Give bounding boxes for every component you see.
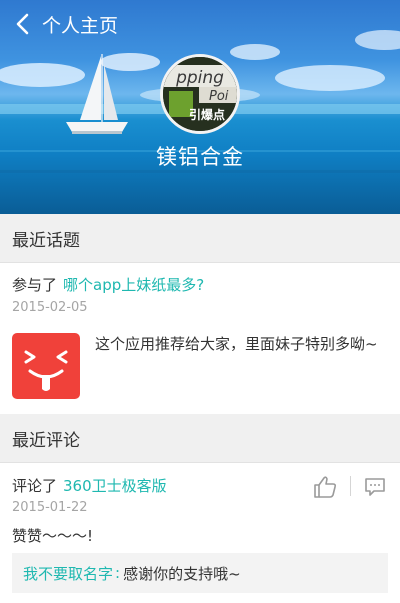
divider (0, 262, 400, 263)
avatar[interactable]: pping Poi 引爆点 (160, 54, 240, 134)
section-header-recent-topics: 最近话题 (0, 214, 400, 262)
comment-date: 2015-01-22 (12, 500, 88, 515)
action-separator (350, 476, 351, 496)
comment-target-line: 评论了 360卫士极客版 (12, 475, 167, 496)
comment-content: 赞赞～～～! (12, 527, 94, 545)
avatar-text-bottom: 引爆点 (189, 107, 225, 122)
section-title-recent-comments: 最近评论 (12, 430, 80, 451)
topic-link[interactable]: 哪个app上妹纸最多? (63, 276, 204, 294)
back-arrow-icon[interactable] (2, 0, 42, 48)
topic-content: 这个应用推荐给大家，里面妹子特别多呦~ (95, 335, 378, 353)
username: 镁铝合金 (156, 145, 244, 169)
divider (0, 462, 400, 463)
comment-prefix: 评论了 (12, 477, 58, 495)
topic-prefix: 参与了 (12, 276, 58, 294)
topic-participation-line: 参与了 哪个app上妹纸最多? (12, 274, 204, 295)
avatar-text-mid: Poi (209, 89, 229, 104)
topic-date: 2015-02-05 (12, 300, 88, 315)
reply-text: 感谢你的支持哦~ (123, 564, 241, 583)
profile-header: 个人主页 pping Poi 引爆点 镁铝合金 (0, 0, 400, 214)
top-bar: 个人主页 (0, 0, 400, 48)
red-face-app-icon[interactable] (12, 333, 80, 399)
avatar-text-top: pping (175, 68, 224, 88)
reply-box[interactable]: 我不要取名字: 感谢你的支持哦~ (12, 553, 388, 593)
section-title-recent-topics: 最近话题 (12, 230, 80, 251)
thumbs-up-icon[interactable] (312, 474, 338, 500)
section-header-recent-comments: 最近评论 (0, 414, 400, 462)
comment-target-link[interactable]: 360卫士极客版 (63, 477, 167, 495)
page-title: 个人主页 (42, 14, 119, 37)
comment-bubble-icon[interactable] (364, 476, 386, 498)
reply-colon: : (115, 564, 121, 582)
reply-author-name[interactable]: 我不要取名字 (23, 563, 113, 584)
